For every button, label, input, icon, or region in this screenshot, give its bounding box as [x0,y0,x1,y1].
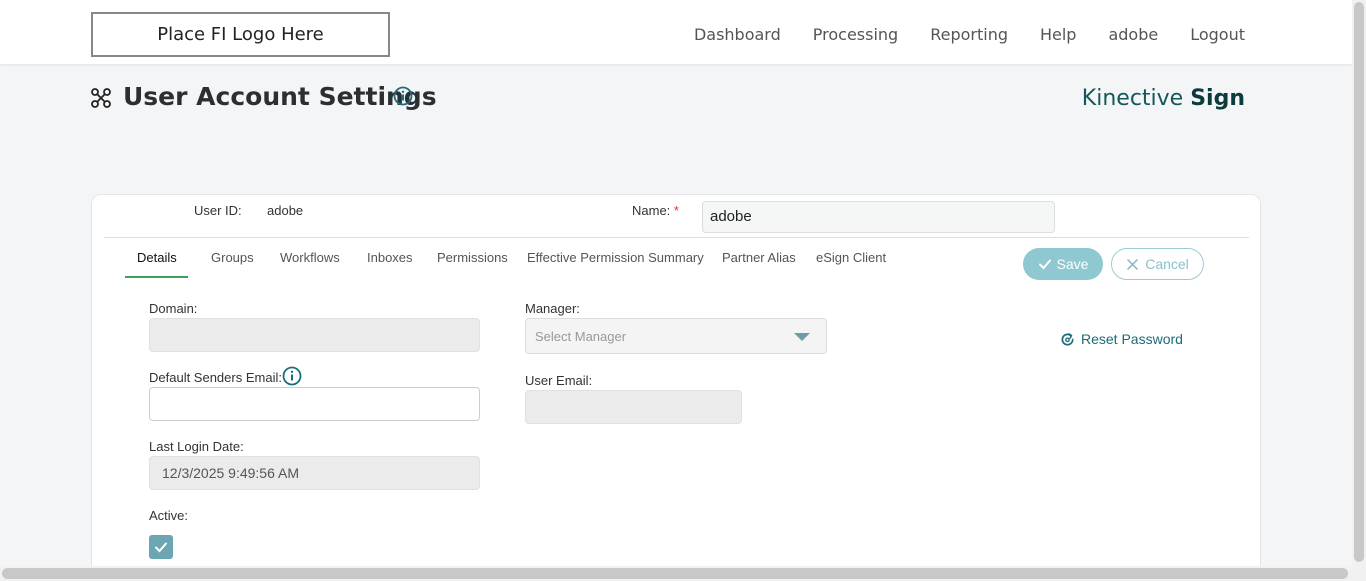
main-nav: Dashboard Processing Reporting Help adob… [662,0,1245,68]
user-settings-card: User ID: adobe Name: * adobe Details Gro… [91,194,1261,581]
name-input[interactable]: adobe [702,201,1055,233]
user-id-label: User ID: [194,203,242,218]
nav-user[interactable]: adobe [1108,25,1158,44]
domain-field[interactable] [149,318,480,352]
vertical-scrollbar-thumb[interactable] [1354,2,1364,562]
default-senders-email-label: Default Senders Email: [149,370,282,385]
tab-esign-client[interactable]: eSign Client [816,250,886,265]
reset-password-label: Reset Password [1081,331,1183,347]
reset-password-link[interactable]: Reset Password [1060,331,1183,347]
manager-select[interactable]: Select Manager [525,318,827,354]
name-label: Name: * [632,203,679,218]
user-id-value: adobe [267,203,304,218]
info-icon[interactable] [282,366,302,386]
active-label: Active: [149,508,189,523]
user-email-field[interactable] [525,390,742,424]
settings-cross-icon [91,88,111,108]
nav-help[interactable]: Help [1040,25,1076,44]
horizontal-scrollbar[interactable] [0,566,1352,581]
active-checkbox[interactable] [149,535,173,559]
cancel-button-label: Cancel [1145,256,1189,272]
nav-processing[interactable]: Processing [813,25,898,44]
last-login-value: 12/3/2025 9:49:56 AM [162,465,299,481]
info-icon[interactable] [393,86,413,106]
cancel-button[interactable]: Cancel [1111,248,1204,280]
nav-dashboard[interactable]: Dashboard [694,25,781,44]
domain-label: Domain: [149,301,198,316]
nav-logout[interactable]: Logout [1190,25,1245,44]
tab-partner-alias[interactable]: Partner Alias [722,250,796,265]
manager-label: Manager: [525,301,580,316]
last-login-field: 12/3/2025 9:49:56 AM [149,456,480,490]
save-button-label: Save [1056,256,1089,272]
brand-light: Kinective [1081,86,1184,111]
tab-workflows[interactable]: Workflows [280,250,340,265]
tab-details[interactable]: Details [137,250,177,265]
brand-logo: Kinective Sign [1082,86,1245,111]
last-login-label: Last Login Date: [149,439,244,454]
chevron-down-icon [794,333,810,341]
page-title: User Account Settings [123,82,437,111]
vertical-scrollbar[interactable] [1352,0,1366,581]
header-divider [104,237,1249,238]
nav-reporting[interactable]: Reporting [930,25,1008,44]
check-icon [155,542,167,553]
tab-inboxes[interactable]: Inboxes [367,250,413,265]
active-tab-indicator [125,276,188,278]
name-label-text: Name: [632,203,671,218]
horizontal-scrollbar-thumb[interactable] [2,568,1348,579]
top-navigation-bar: Place FI Logo Here Dashboard Processing … [0,0,1352,64]
tab-groups[interactable]: Groups [211,250,254,265]
save-button[interactable]: Save [1023,248,1103,280]
check-icon [1038,259,1051,270]
brand-bold: Sign [1190,86,1245,111]
logo-placeholder[interactable]: Place FI Logo Here [91,12,390,57]
close-icon [1127,258,1139,270]
user-email-label: User Email: [525,373,593,388]
reset-icon [1061,332,1074,345]
tab-permissions[interactable]: Permissions [437,250,508,265]
default-senders-email-field[interactable] [149,387,480,421]
manager-placeholder: Select Manager [535,328,627,344]
required-marker: * [673,203,679,218]
tab-effective-permission-summary[interactable]: Effective Permission Summary [527,250,704,265]
